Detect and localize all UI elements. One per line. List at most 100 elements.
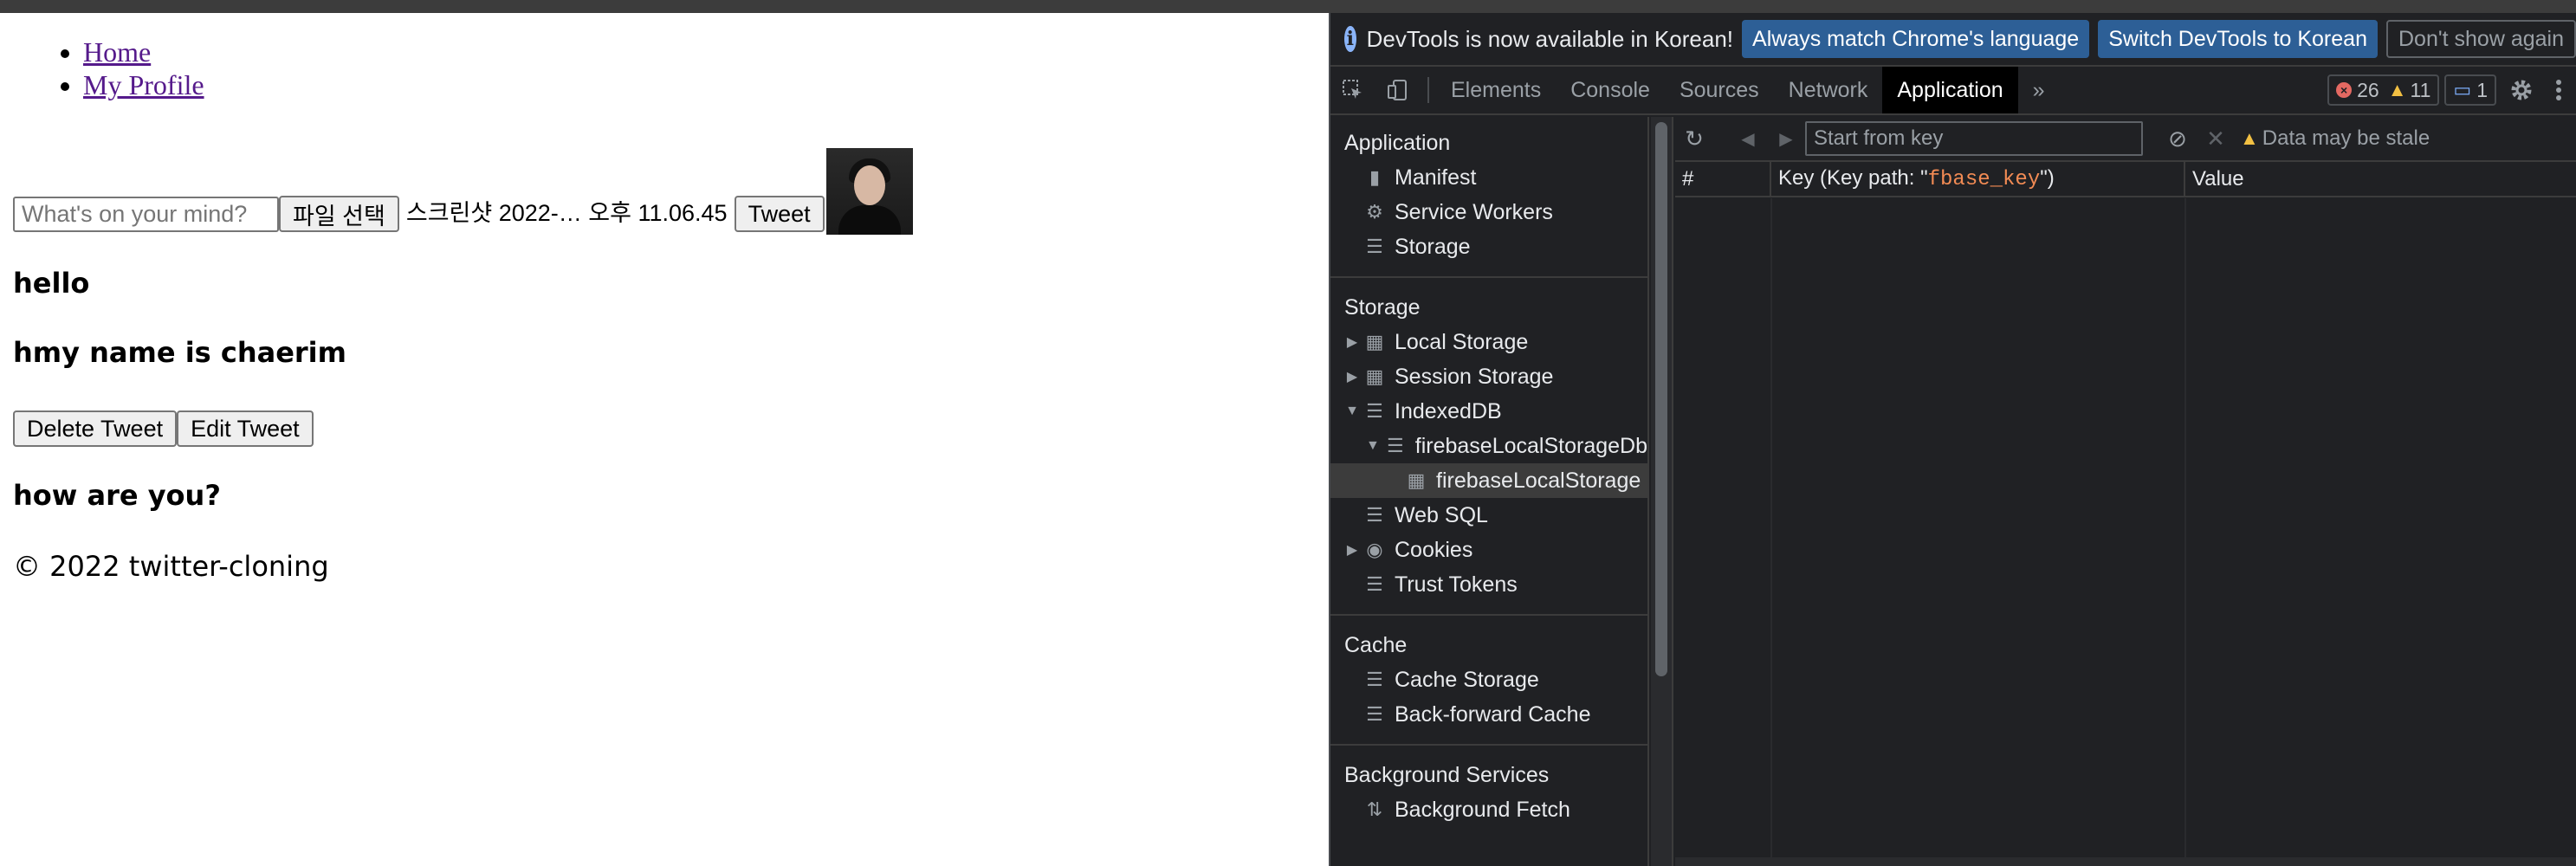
collapse-caret-icon[interactable]: ▼ <box>1343 404 1362 419</box>
section-title-storage: Storage <box>1344 294 1421 320</box>
database-icon: ☰ <box>1366 504 1383 526</box>
settings-gear-icon[interactable] <box>2502 77 2541 103</box>
tab-elements[interactable]: Elements <box>1436 67 1556 113</box>
infobar-message: DevTools is now available in Korean! <box>1366 25 1734 52</box>
column-value-header[interactable]: Value <box>2184 162 2576 197</box>
expand-caret-icon[interactable]: ▶ <box>1343 541 1362 559</box>
indexeddb-toolbar: ↻ ◀ ▶ ⊘ ✕ ▲ Data may be stale <box>1675 117 2576 162</box>
edit-tweet-button[interactable]: Edit Tweet <box>177 410 314 447</box>
database-icon: ☰ <box>1366 236 1383 257</box>
sidebar-item-label: Cookies <box>1395 537 1473 562</box>
sidebar-item-label: firebaseLocalStorageDb <box>1414 433 1647 458</box>
sidebar-item-label: Service Workers <box>1395 199 1553 224</box>
my-profile-link[interactable]: My Profile <box>83 69 204 100</box>
nav-item-profile: My Profile <box>83 68 204 101</box>
data-grid: # Key (Key path: "fbase_key") Value <box>1675 162 2576 197</box>
message-icon: ▭ <box>2453 79 2472 100</box>
sidebar-item-cache-storage[interactable]: ☰ Cache Storage <box>1330 662 1647 697</box>
stale-data-warning: ▲ Data may be stale <box>2240 126 2430 151</box>
sidebar-item-firebase-store[interactable]: ▦ firebaseLocalStorage <box>1330 463 1647 498</box>
sidebar-item-cookies[interactable]: ▶ ◉ Cookies <box>1330 533 1647 567</box>
tweet-input[interactable] <box>13 197 279 232</box>
tweet-text: hello <box>13 267 90 300</box>
inspect-element-icon[interactable] <box>1330 67 1375 113</box>
sidebar-item-manifest[interactable]: ▮ Manifest <box>1330 160 1647 195</box>
section-title-background-services: Background Services <box>1344 762 1550 787</box>
sidebar-item-label: Web SQL <box>1395 502 1488 527</box>
device-toolbar-icon[interactable] <box>1375 67 1421 113</box>
toolbar-separator <box>1427 77 1429 103</box>
expand-caret-icon[interactable]: ▶ <box>1343 333 1362 351</box>
sidebar-item-label: Storage <box>1395 234 1471 259</box>
sidebar-item-trust-tokens[interactable]: ☰ Trust Tokens <box>1330 567 1647 602</box>
nav-list: Home My Profile <box>49 36 204 101</box>
sidebar-item-web-sql[interactable]: ☰ Web SQL <box>1330 498 1647 533</box>
start-from-key-input[interactable] <box>1805 121 2143 156</box>
tweet-actions: Delete Tweet Edit Tweet <box>13 410 314 447</box>
sidebar-item-service-workers[interactable]: ⚙ Service Workers <box>1330 195 1647 229</box>
stale-text: Data may be stale <box>2262 126 2430 150</box>
sidebar-item-storage-overview[interactable]: ☰ Storage <box>1330 229 1647 264</box>
sidebar-item-indexeddb[interactable]: ▼ ☰ IndexedDB <box>1330 394 1647 429</box>
attachment-preview-image <box>825 148 913 235</box>
file-select-button[interactable]: 파일 선택 <box>279 196 399 232</box>
sidebar-item-bfcache[interactable]: ☰ Back-forward Cache <box>1330 697 1647 732</box>
message-count: 1 <box>2476 78 2488 101</box>
collapse-caret-icon[interactable]: ▼ <box>1363 438 1382 454</box>
delete-selected-icon[interactable]: ✕ <box>2197 126 2235 152</box>
match-language-button[interactable]: Always match Chrome's language <box>1742 20 2090 58</box>
key-header-suffix: ") <box>2040 166 2055 190</box>
info-icon: i <box>1344 26 1356 52</box>
nav-item-home: Home <box>83 36 204 68</box>
horizontal-scrollbar[interactable] <box>1675 857 2576 866</box>
table-grid-icon: ▦ <box>1365 331 1384 352</box>
sidebar-item-label: Trust Tokens <box>1395 572 1518 597</box>
dont-show-again-button[interactable]: Don't show again <box>2385 20 2576 58</box>
previous-page-icon[interactable]: ◀ <box>1729 128 1767 150</box>
sidebar-scrollbar[interactable] <box>1651 117 1673 866</box>
tweet-text: how are you? <box>13 479 221 512</box>
warning-icon: ▲ <box>2387 79 2407 100</box>
more-options-icon[interactable] <box>2541 78 2576 102</box>
sidebar-item-local-storage[interactable]: ▶ ▦ Local Storage <box>1330 325 1647 359</box>
sidebar-item-label: Back-forward Cache <box>1395 701 1591 727</box>
application-sidebar: Application ▮ Manifest ⚙ Service Workers ☰… <box>1330 117 1649 866</box>
indexeddb-view: ↻ ◀ ▶ ⊘ ✕ ▲ Data may be stale # Key (Key… <box>1675 117 2576 866</box>
table-grid-icon: ▦ <box>1365 365 1384 387</box>
tweet-text: hmy name is chaerim <box>13 336 346 369</box>
clear-object-store-icon[interactable]: ⊘ <box>2159 126 2197 152</box>
tab-sources[interactable]: Sources <box>1665 67 1774 113</box>
more-tabs-icon[interactable]: » <box>2018 67 2060 113</box>
column-index-header[interactable]: # <box>1675 162 1771 197</box>
switch-language-button[interactable]: Switch DevTools to Korean <box>2098 20 2378 58</box>
tweet-submit-button[interactable]: Tweet <box>734 196 825 232</box>
sidebar-item-background-fetch[interactable]: ⇅ Background Fetch <box>1330 792 1647 827</box>
home-link[interactable]: Home <box>83 36 151 68</box>
section-title-cache: Cache <box>1344 632 1408 657</box>
warning-icon: ▲ <box>2240 127 2259 149</box>
sidebar-item-session-storage[interactable]: ▶ ▦ Session Storage <box>1330 359 1647 394</box>
column-key-header[interactable]: Key (Key path: "fbase_key") <box>1770 162 2185 197</box>
sidebar-item-firebase-db[interactable]: ▼ ☰ firebaseLocalStorageDb <box>1330 429 1647 463</box>
tweet-form: 파일 선택 스크린샷 2022-… 오후 11.06.45 Tweet <box>13 135 913 235</box>
footer: © 2022 twitter-cloning <box>13 550 329 583</box>
sidebar-item-label: Cache Storage <box>1395 667 1539 692</box>
language-infobar: i DevTools is now available in Korean! A… <box>1330 13 2576 67</box>
sidebar-divider <box>1330 744 1647 746</box>
issues-counter[interactable]: × 26 ▲ 11 <box>2327 74 2440 106</box>
database-icon: ☰ <box>1366 400 1383 422</box>
next-page-icon[interactable]: ▶ <box>1767 128 1805 150</box>
refresh-icon[interactable]: ↻ <box>1675 126 1713 152</box>
tab-console[interactable]: Console <box>1556 67 1665 113</box>
messages-counter[interactable]: ▭ 1 <box>2444 74 2496 106</box>
tab-application[interactable]: Application <box>1882 67 2018 113</box>
sidebar-divider <box>1330 614 1647 616</box>
error-icon: × <box>2336 82 2353 98</box>
delete-tweet-button[interactable]: Delete Tweet <box>13 410 178 447</box>
expand-caret-icon[interactable]: ▶ <box>1343 368 1362 385</box>
tab-network[interactable]: Network <box>1774 67 1883 113</box>
scrollbar-thumb[interactable] <box>1655 122 1667 676</box>
web-page: Home My Profile 파일 선택 스크린샷 2022-… 오후 11.… <box>0 13 1329 866</box>
sidebar-item-label: Session Storage <box>1395 364 1554 389</box>
devtools-panel: i DevTools is now available in Korean! A… <box>1329 13 2576 866</box>
